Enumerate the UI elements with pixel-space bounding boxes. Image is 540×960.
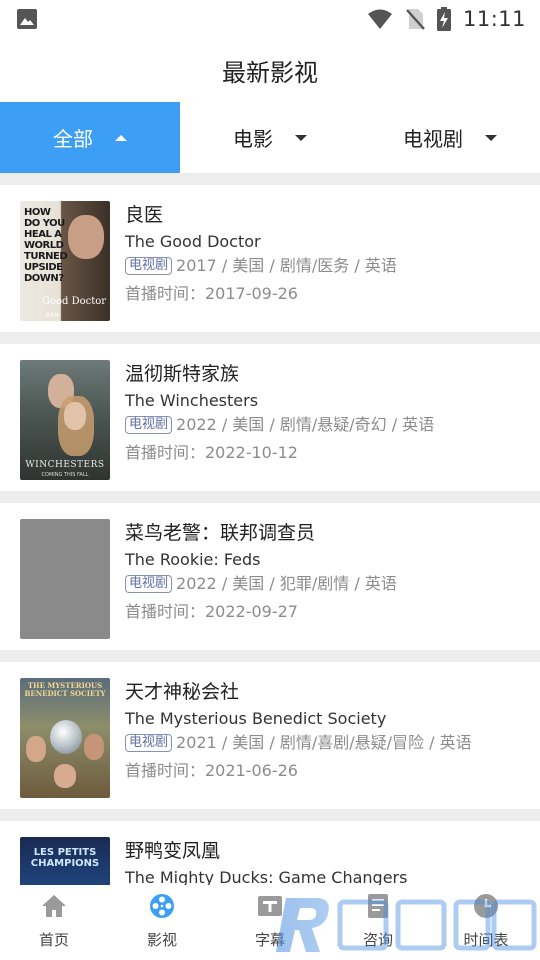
title-cn: 菜鸟老警：联邦调查员: [125, 522, 316, 544]
battery-charging-icon: [436, 7, 451, 31]
poster-tagline: COMING THIS FALL: [41, 472, 89, 478]
nav-home[interactable]: 首页: [0, 885, 108, 960]
title-en: The Good Doctor: [125, 232, 261, 251]
filter-tab-all[interactable]: 全部: [0, 102, 180, 173]
title-cn: 良医: [125, 204, 164, 226]
poster-placeholder: [20, 519, 110, 639]
title-cn: 天才神秘会社: [125, 681, 240, 703]
type-badge: 电视剧: [125, 734, 173, 752]
premiere-date: 首播时间：2021-06-26: [125, 761, 298, 780]
title-cn: 温彻斯特家族: [125, 363, 240, 385]
caret-down-icon: [295, 134, 307, 141]
poster-image: WINCHESTERS COMING THIS FALL: [20, 360, 110, 480]
poster-image: THE MYSTERIOUS BENEDICT SOCIETY: [20, 678, 110, 798]
title-en: The Mighty Ducks: Game Changers: [125, 868, 408, 885]
poster-title: WINCHESTERS: [25, 460, 105, 470]
filter-tab-tv[interactable]: 电视剧: [360, 102, 540, 173]
caret-up-icon: [115, 134, 127, 141]
poster-title: Good Doctor: [42, 296, 107, 307]
page-title: 最新影视: [222, 58, 318, 87]
poster-title: THE MYSTERIOUS BENEDICT SOCIETY: [24, 681, 106, 698]
poster-brand: AXN: [46, 312, 59, 319]
list-item[interactable]: WINCHESTERS COMING THIS FALL 温彻斯特家族 The …: [0, 344, 540, 491]
meta-row: 电视剧 2017 / 美国 / 剧情/医务 / 英语: [125, 254, 397, 278]
details: 2022 / 美国 / 犯罪/剧情 / 英语: [176, 574, 397, 593]
details: 2022 / 美国 / 剧情/悬疑/奇幻 / 英语: [176, 415, 435, 434]
premiere-date: 首播时间：2017-09-26: [125, 284, 298, 303]
nav-label: 首页: [38, 931, 69, 949]
show-list[interactable]: HOW DO YOU HEAL A WORLD TURNED UPSIDE DO…: [0, 173, 540, 885]
header: 最新影视: [0, 38, 540, 102]
filter-tab-label: 电影: [233, 127, 273, 151]
home-icon: [41, 893, 67, 919]
nav-film[interactable]: 影视: [108, 885, 216, 960]
caret-down-icon: [485, 134, 497, 141]
list-item[interactable]: HOW DO YOU HEAL A WORLD TURNED UPSIDE DO…: [0, 185, 540, 332]
title-en: The Winchesters: [125, 391, 259, 410]
type-badge: 电视剧: [125, 416, 173, 434]
film-reel-icon: [149, 893, 175, 919]
details: 2021 / 美国 / 剧情/喜剧/悬疑/冒险 / 英语: [176, 733, 472, 752]
wifi-icon: [367, 9, 392, 29]
filter-tab-label: 电视剧: [403, 127, 463, 151]
list-item[interactable]: LES PETITS CHAMPIONS 野鸭变凤凰 The Mighty Du…: [0, 821, 540, 885]
details: 2017 / 美国 / 剧情/医务 / 英语: [176, 256, 397, 275]
premiere-date: 首播时间：2022-10-12: [125, 443, 298, 462]
filter-tab-label: 全部: [53, 127, 93, 151]
meta-row: 电视剧 2021 / 美国 / 剧情/喜剧/悬疑/冒险 / 英语: [125, 731, 472, 755]
poster-title: LES PETITS CHAMPIONS: [30, 847, 100, 869]
image-notification-icon: [17, 9, 37, 29]
list-item[interactable]: 菜鸟老警：联邦调查员 The Rookie: Feds 电视剧 2022 / 美…: [0, 503, 540, 650]
meta-row: 电视剧 2022 / 美国 / 犯罪/剧情 / 英语: [125, 572, 397, 596]
poster-image: LES PETITS CHAMPIONS: [20, 837, 110, 885]
meta-row: 电视剧 2022 / 美国 / 剧情/悬疑/奇幻 / 英语: [125, 413, 434, 437]
poster-tagline: HOW DO YOU HEAL A WORLD TURNED UPSIDE DO…: [24, 207, 68, 284]
title-cn: 野鸭变凤凰: [125, 840, 221, 862]
filter-tab-movie[interactable]: 电影: [180, 102, 360, 173]
no-sim-icon: [406, 9, 425, 30]
title-en: The Mysterious Benedict Society: [125, 709, 387, 728]
status-bar: 11:11: [0, 0, 540, 38]
nav-label: 影视: [146, 931, 177, 949]
watermark-logo: [276, 898, 537, 952]
premiere-date: 首播时间：2022-09-27: [125, 602, 298, 621]
filter-bar: 全部 电影 电视剧: [0, 102, 540, 173]
type-badge: 电视剧: [125, 575, 173, 593]
title-en: The Rookie: Feds: [125, 550, 261, 569]
poster-image: HOW DO YOU HEAL A WORLD TURNED UPSIDE DO…: [20, 201, 110, 321]
type-badge: 电视剧: [125, 257, 173, 275]
list-item[interactable]: THE MYSTERIOUS BENEDICT SOCIETY 天才神秘会社 T…: [0, 662, 540, 809]
clock-time: 11:11: [462, 7, 526, 31]
